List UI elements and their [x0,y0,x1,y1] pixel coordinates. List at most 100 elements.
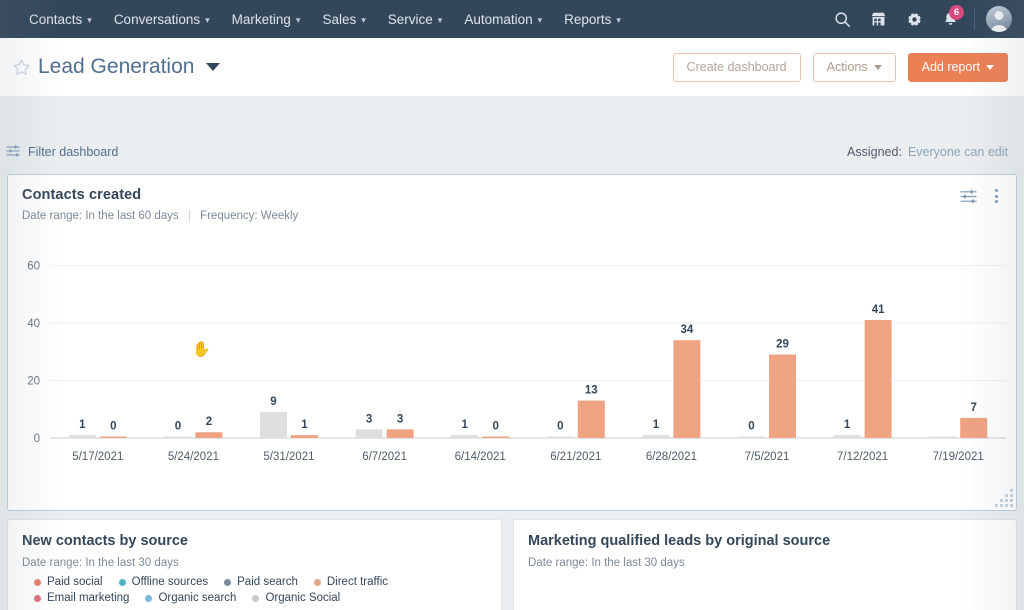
resize-dot [1010,504,1013,507]
filter-dashboard-button[interactable]: Filter dashboard [6,144,118,161]
x-axis-tick-label: 6/28/2021 [646,451,697,463]
notifications-bell-icon[interactable]: 6 [933,0,967,38]
x-axis-tick-label: 7/12/2021 [837,451,888,463]
resize-dot [1005,504,1008,507]
chart-bar[interactable] [960,417,988,438]
user-avatar-image [986,6,1012,32]
nav-label: Reports [564,11,612,27]
nav-item-automation[interactable]: Automation ▾ [453,0,553,38]
legend-label: Offline sources [131,576,209,588]
chart-bar[interactable] [929,436,957,439]
bar-value-label: 0 [492,421,498,433]
legend-item[interactable]: Organic search [145,592,236,604]
chart-bar[interactable] [164,436,192,439]
chart-bar[interactable] [99,436,127,439]
chart-bar[interactable] [291,435,318,438]
nav-item-conversations[interactable]: Conversations ▾ [103,0,221,38]
legend-item[interactable]: Direct traffic [313,576,388,588]
chart-bar[interactable] [260,412,287,438]
nav-label: Automation [464,11,533,27]
bar-value-label: 0 [748,421,754,433]
chart-bar[interactable] [769,354,796,438]
chart-bar[interactable] [482,436,510,439]
nav-item-reports[interactable]: Reports ▾ [553,0,632,38]
chevron-down-icon[interactable] [206,63,221,71]
chart-bar[interactable] [642,435,670,438]
subtitle-separator: | [187,210,191,222]
chart-bar[interactable] [577,400,605,438]
legend-item[interactable]: Email marketing [34,592,129,604]
chevron-down-icon: ▾ [616,14,621,25]
chart-settings-icon[interactable] [958,186,978,206]
legend-item[interactable]: Organic Social [252,592,340,604]
legend-label: Paid search [237,576,298,588]
resize-dot [1010,494,1013,497]
kebab-menu-icon[interactable] [986,186,1006,206]
marketplace-icon[interactable] [861,0,895,38]
legend-item[interactable]: Paid social [34,576,103,588]
chart-bar[interactable] [195,432,223,438]
actions-button[interactable]: Actions [812,52,896,82]
dashboard-header: Lead Generation Create dashboard Actions… [0,38,1024,96]
chart-legend: Paid social Offline sources Paid search Dir… [34,576,474,604]
chart-bar[interactable] [546,436,574,439]
card-resize-handle[interactable] [992,488,1014,508]
chart-bar[interactable] [738,436,765,439]
resize-dot [1000,499,1003,502]
legend-color-dot [34,578,41,586]
legend-label: Direct traffic [326,576,388,588]
contacts-created-card: Contacts created Date range: In the last… [7,174,1017,511]
nav-item-contacts[interactable]: Contacts ▾ [18,0,103,38]
filter-sliders-icon [6,144,20,161]
date-range-value: In the last 30 days [85,557,179,569]
top-navigation-bar: Contacts ▾ Conversations ▾ Marketing ▾ S… [0,0,1024,38]
bar-value-label: 1 [653,419,660,431]
nav-label: Marketing [231,11,291,27]
create-dashboard-button[interactable]: Create dashboard [672,52,801,82]
assigned-value-link[interactable]: Everyone can edit [908,145,1008,159]
filter-dashboard-label: Filter dashboard [28,145,119,159]
chart-bar[interactable] [673,340,701,438]
chart-bar[interactable] [451,435,479,438]
legend-item[interactable]: Offline sources [118,576,209,588]
nav-item-service[interactable]: Service ▾ [377,0,454,38]
legend-color-dot [313,578,321,586]
chart-bar[interactable] [864,320,892,438]
nav-divider [974,8,975,30]
chevron-down-icon: ▾ [87,14,92,25]
chart-bar[interactable] [833,435,861,438]
search-icon[interactable] [825,0,859,38]
kebab-dots [994,189,998,203]
y-axis-tick-label: 40 [27,318,40,330]
add-report-button[interactable]: Add report [907,52,1008,82]
filter-bar: Filter dashboard Assigned: Everyone can … [0,132,1024,172]
resize-dot [995,504,998,507]
star-icon[interactable] [8,54,34,80]
page-title[interactable]: Lead Generation [38,55,194,79]
chevron-down-icon: ▾ [205,14,210,25]
nav-item-marketing[interactable]: Marketing ▾ [221,0,312,38]
contacts-created-chart: 0 20 40 60 1 0 5/17/2021 0 2 5/24/2021 9 1 5/31/2021… [27,260,1006,463]
bar-value-label: 2 [206,416,212,428]
settings-gear-icon[interactable] [897,0,931,38]
avatar[interactable] [982,0,1016,38]
chevron-down-icon [986,64,994,70]
nav-item-sales[interactable]: Sales ▾ [311,0,376,38]
chart-bar[interactable] [386,429,414,438]
legend-color-dot [34,594,41,602]
legend-item[interactable]: Paid search [224,576,298,588]
chart-bar[interactable] [68,435,96,438]
bar-value-label: 3 [366,413,372,425]
date-range-label: Date range: [528,557,589,569]
bar-value-label: 34 [681,324,694,336]
date-range-label: Date range: [22,210,83,222]
bar-value-label: 1 [79,419,86,431]
legend-label: Email marketing [47,592,130,604]
chart-bar[interactable] [355,429,383,438]
x-axis-tick-label: 6/7/2021 [362,451,407,463]
legend-label: Organic Social [265,592,341,604]
legend-label: Organic search [158,592,237,604]
assigned-label: Assigned: [847,145,902,159]
y-axis-tick-label: 20 [27,375,40,387]
x-axis-tick-label: 6/14/2021 [455,451,506,463]
